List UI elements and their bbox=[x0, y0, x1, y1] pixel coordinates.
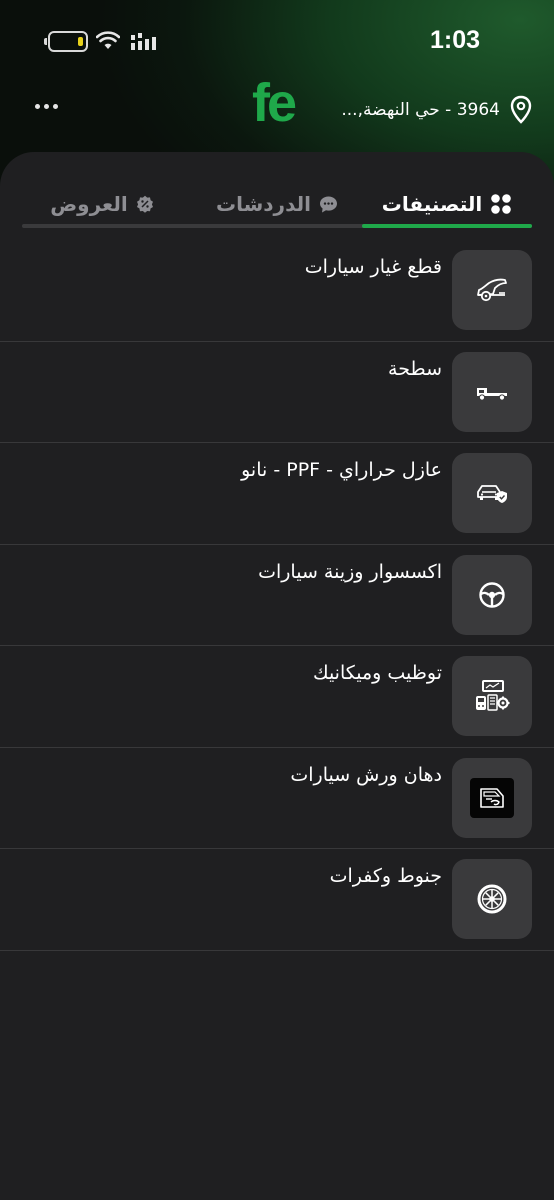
tab-chats[interactable]: الدردشات bbox=[212, 186, 342, 222]
category-accessories[interactable]: اكسسوار وزينة سيارات bbox=[0, 545, 554, 646]
category-icon-box bbox=[452, 250, 532, 330]
app-logo: fe bbox=[252, 73, 297, 133]
more-dot-icon bbox=[34, 103, 40, 109]
category-mechanics[interactable]: توظيب وميكانيك bbox=[0, 646, 554, 748]
category-icon-box bbox=[452, 656, 532, 736]
category-icon-box bbox=[452, 351, 532, 432]
category-label: قطع غيار سيارات bbox=[304, 256, 442, 278]
category-paint-workshop[interactable]: دهان ورش سيارات bbox=[0, 748, 554, 849]
diagnostics-icon bbox=[476, 680, 510, 711]
car-parts-icon bbox=[477, 278, 507, 302]
tab-offers[interactable]: العروض bbox=[42, 186, 162, 222]
categories-list: قطع غيار سيارات سطحة عازل حراراي - PPF -… bbox=[0, 240, 554, 951]
tow-truck-icon bbox=[477, 387, 507, 401]
grid-icon bbox=[491, 194, 512, 214]
more-options-button[interactable] bbox=[30, 92, 62, 120]
tab-categories[interactable]: التصنيفات bbox=[362, 186, 532, 222]
category-icon-box bbox=[452, 757, 532, 838]
tab-label: التصنيفات bbox=[381, 192, 483, 216]
category-ppf-nano[interactable]: عازل حراراي - PPF - نانو bbox=[0, 443, 554, 545]
category-label: توظيب وميكانيك bbox=[312, 662, 442, 684]
category-icon-box bbox=[452, 859, 532, 939]
category-label: عازل حراراي - PPF - نانو bbox=[241, 459, 442, 481]
category-icon-box bbox=[452, 554, 532, 635]
wheel-rim-icon bbox=[477, 884, 507, 914]
category-label: جنوط وكفرات bbox=[329, 865, 442, 887]
more-dot-icon bbox=[43, 103, 49, 109]
tab-label: العروض bbox=[50, 192, 128, 216]
car-shield-icon bbox=[477, 485, 507, 503]
tab-bar: التصنيفات الدردشات العروض bbox=[22, 180, 532, 228]
battery-icon bbox=[44, 31, 88, 52]
car-door-paint-icon bbox=[480, 787, 504, 808]
location-selector[interactable]: 3964 - حي النهضة,... bbox=[341, 94, 532, 126]
category-wheels-tires[interactable]: جنوط وكفرات bbox=[0, 849, 554, 951]
screen: 1:03 fe 3964 - حي النهضة,... التصنيفات ا… bbox=[0, 0, 554, 1200]
tab-active-indicator bbox=[362, 224, 532, 228]
chat-bubble-icon bbox=[320, 196, 337, 212]
location-text: 3964 - حي النهضة,... bbox=[341, 100, 500, 120]
signal-icon bbox=[131, 33, 156, 50]
status-bar: 1:03 bbox=[0, 0, 554, 80]
paint-icon-frame bbox=[470, 777, 514, 818]
tab-label: الدردشات bbox=[216, 192, 311, 216]
category-icon-box bbox=[452, 453, 532, 533]
more-dot-icon bbox=[52, 103, 58, 109]
category-label: اكسسوار وزينة سيارات bbox=[258, 560, 442, 583]
steering-wheel-icon bbox=[479, 581, 505, 608]
category-car-parts[interactable]: قطع غيار سيارات bbox=[0, 240, 554, 342]
location-pin-icon bbox=[510, 95, 532, 124]
wifi-icon bbox=[96, 31, 120, 49]
status-time: 1:03 bbox=[429, 26, 481, 54]
categories-sheet: التصنيفات الدردشات العروض قطع غيار سيارا… bbox=[0, 152, 554, 1200]
category-label: سطحة bbox=[388, 357, 442, 380]
category-tow-truck[interactable]: سطحة bbox=[0, 342, 554, 443]
category-label: دهان ورش سيارات bbox=[290, 763, 442, 786]
discount-badge-icon bbox=[136, 195, 153, 213]
